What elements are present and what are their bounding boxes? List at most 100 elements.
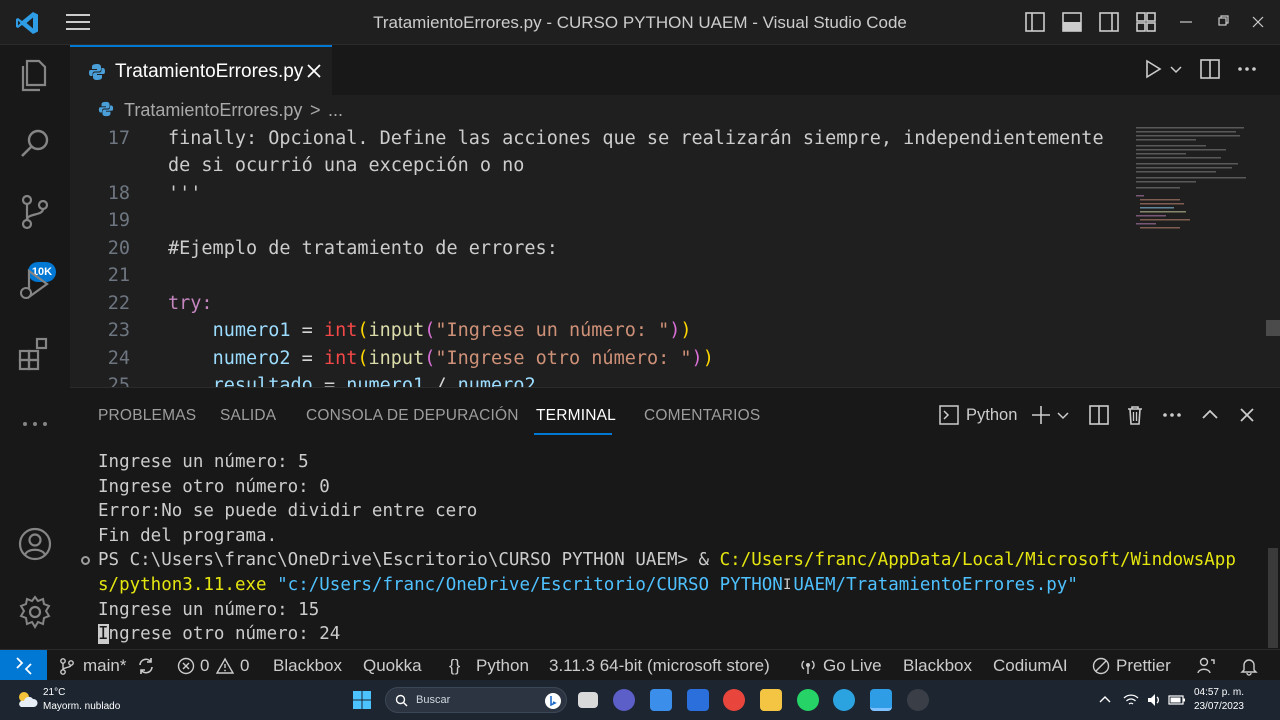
terminal-line: Ingrese un número: 5 [98,452,309,472]
weather-cloud-icon[interactable] [15,689,39,711]
tab-comentarios[interactable]: COMENTARIOS [644,407,760,425]
restore-icon[interactable] [1215,10,1231,34]
close-window-icon[interactable] [1250,10,1266,34]
minimap[interactable] [1136,125,1248,235]
toggle-secondary-sidebar-icon[interactable] [1097,10,1121,34]
battery-icon[interactable] [1168,692,1186,708]
system-tray-chevron-icon[interactable] [1099,694,1111,704]
tab-salida[interactable]: SALIDA [220,407,276,425]
blackbox-status[interactable]: Blackbox [273,656,342,676]
telegram-icon[interactable] [833,689,855,711]
git-branch[interactable]: main* [83,656,126,676]
task-view-icon[interactable] [578,692,598,708]
code-token: ) [680,320,692,341]
language-mode[interactable]: Python [476,656,529,676]
activity-bar: 10K [0,45,70,649]
windows-start-icon[interactable] [352,690,372,710]
breadcrumb-symbols[interactable]: ... [328,100,343,121]
microsoft-store-icon[interactable] [687,689,709,711]
terminal-profile-label[interactable]: Python [966,406,1017,425]
python-exe-path-cont: s/python3.11.exe [98,575,267,595]
taskbar-search-box[interactable]: Buscar [385,687,567,713]
run-python-file-icon[interactable] [1142,58,1164,80]
codium-status[interactable]: CodiumAI [993,656,1068,676]
split-terminal-icon[interactable] [1088,404,1110,426]
accounts-icon[interactable] [14,523,56,565]
terminal-dropdown-chevron-icon[interactable] [1055,404,1071,426]
vscode-logo-icon[interactable] [14,10,40,36]
code-line: de si ocurrió una excepción o no [70,155,1130,182]
go-live-button[interactable]: Go Live [823,656,882,676]
source-control-icon[interactable] [14,191,56,233]
terminal-scrollbar[interactable] [1266,448,1280,650]
line-number: 20 [107,238,130,259]
chrome-icon[interactable] [723,689,745,711]
taskbar-search-icon [395,694,408,707]
app-settings-icon[interactable] [907,689,929,711]
tab-problemas[interactable]: PROBLEMAS [98,407,196,425]
line-number: 21 [107,265,130,286]
terminal-cursor: I [98,624,109,644]
widgets-icon[interactable] [650,689,672,711]
whatsapp-icon[interactable] [797,689,819,711]
menu-icon[interactable] [66,14,90,32]
python-file-icon [89,64,105,80]
tab-consola-depuracion[interactable]: CONSOLA DE DEPURACIÓN [306,407,519,425]
code-token: ) [702,348,714,369]
kill-terminal-trash-icon[interactable] [1124,404,1146,426]
error-count[interactable]: 0 [200,656,209,676]
more-views-icon[interactable] [14,403,56,445]
quokka-status[interactable]: Quokka [363,656,422,676]
code-line: 23 numero1 = int(input("Ingrese un númer… [70,320,1130,347]
file-explorer-icon[interactable] [760,689,782,711]
minimize-icon[interactable] [1178,10,1194,34]
tab-terminal[interactable]: TERMINAL [536,407,616,425]
taskbar-clock-time[interactable]: 04:57 p. m. [1190,687,1244,698]
command-decoration-icon[interactable] [81,556,90,565]
editor-scrollbar[interactable] [1266,125,1280,387]
run-dropdown-chevron-icon[interactable] [1168,58,1184,80]
new-terminal-plus-icon[interactable] [1030,404,1052,426]
breadcrumb-file[interactable]: TratamientoErrores.py [124,100,302,121]
warning-count[interactable]: 0 [240,656,249,676]
maximize-panel-chevron-up-icon[interactable] [1199,404,1221,426]
python-interpreter[interactable]: 3.11.3 64-bit (microsoft store) [549,656,770,676]
terminal-line-text: ngrese otro número: 24 [108,624,341,644]
explorer-icon[interactable] [14,55,56,97]
close-panel-icon[interactable] [1236,404,1258,426]
prettier-status[interactable]: Prettier [1116,656,1171,676]
terminal-icon [939,405,959,425]
code-line: 18 ''' [70,183,1130,210]
terminal-command-line-cont: s/python3.11.exe "c:/Users/franc/OneDriv… [98,575,1078,595]
close-tab-icon[interactable] [304,61,324,81]
line-number: 19 [107,210,130,231]
notifications-bell-icon[interactable] [1239,656,1259,676]
tab-tratamientoerrores[interactable]: TratamientoErrores.py [70,45,332,95]
settings-gear-icon[interactable] [14,591,56,633]
taskbar-clock-date[interactable]: 23/07/2023 [1190,701,1244,712]
code-text: de si ocurrió una excepción o no [168,155,525,176]
blackbox-status-2[interactable]: Blackbox [903,656,972,676]
toggle-primary-sidebar-icon[interactable] [1023,10,1047,34]
sync-icon[interactable] [136,656,156,676]
script-path-arg: "c:/Users/franc/OneDrive/Escritorio/CURS… [277,575,1078,595]
panel-more-actions-icon[interactable] [1161,404,1183,426]
teams-chat-icon[interactable] [613,689,635,711]
code-editor[interactable]: 17 finally: Opcional. Define las acciones… [70,125,1280,387]
extensions-icon[interactable] [14,333,56,375]
terminal-output[interactable]: Ingrese un número: 5 Ingrese otro número… [70,448,1266,650]
run-debug-icon[interactable] [14,263,56,305]
wifi-icon[interactable] [1123,692,1139,708]
toggle-panel-icon[interactable] [1060,10,1084,34]
vscode-taskbar-icon[interactable] [870,689,892,711]
search-icon[interactable] [14,123,56,165]
more-actions-icon[interactable] [1236,58,1258,80]
remote-indicator[interactable] [0,650,47,681]
split-editor-icon[interactable] [1199,58,1221,80]
terminal-line-with-cursor: Ingrese otro número: 24 [98,624,340,644]
line-number: 25 [107,375,130,387]
terminal-line: Fin del programa. [98,526,278,546]
customize-layout-icon[interactable] [1134,10,1158,34]
volume-icon[interactable] [1146,692,1162,708]
feedback-person-icon[interactable] [1196,656,1216,676]
